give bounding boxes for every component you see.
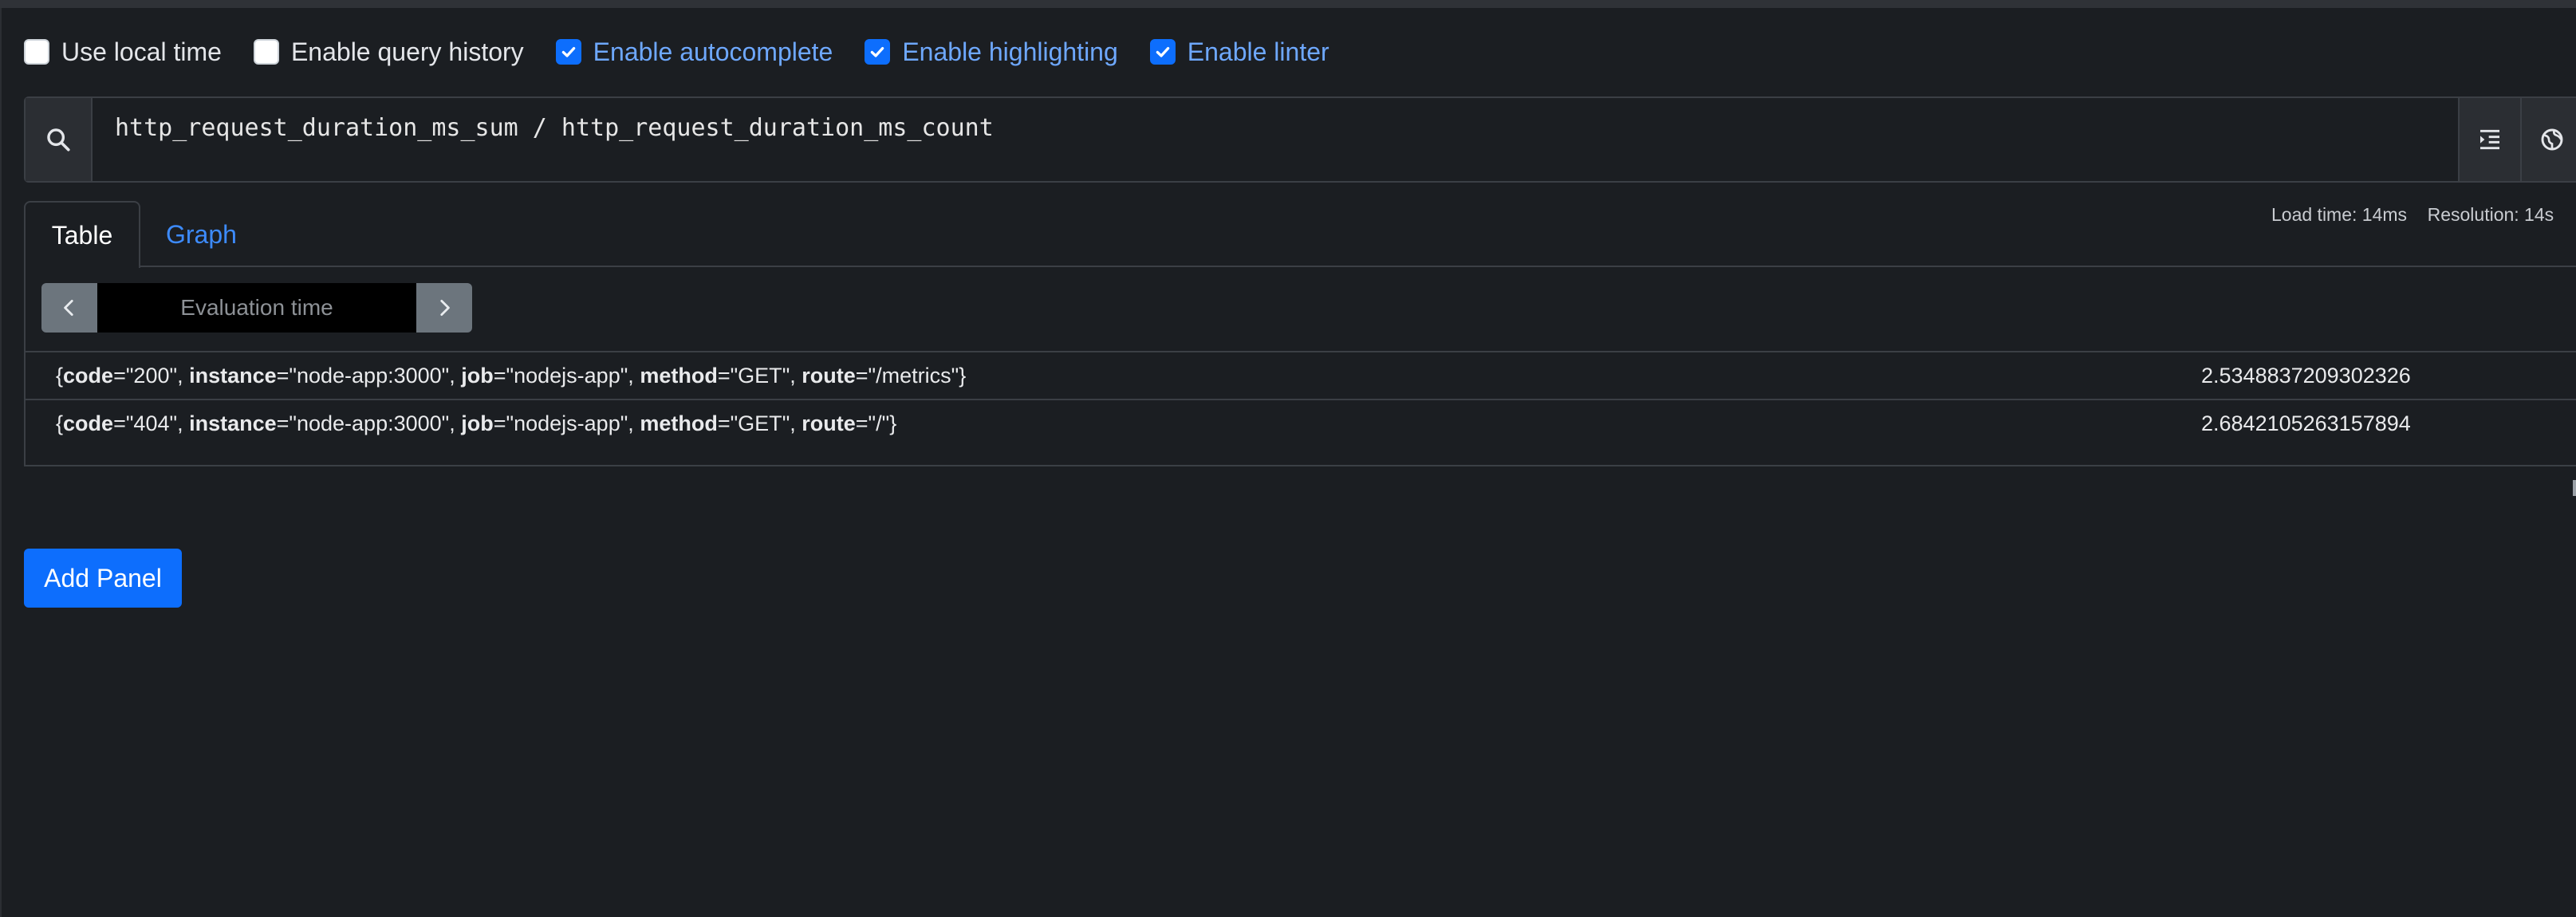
globe-icon bbox=[2541, 128, 2563, 151]
enable-query-history-label: Enable query history bbox=[290, 37, 524, 66]
search-button[interactable] bbox=[26, 98, 93, 181]
chevron-left-icon bbox=[64, 299, 73, 317]
enable-highlighting-option[interactable]: Enable highlighting bbox=[865, 37, 1118, 67]
enable-linter-option[interactable]: Enable linter bbox=[1149, 37, 1329, 67]
next-time-button[interactable] bbox=[416, 283, 472, 333]
metrics-explorer-button[interactable] bbox=[2520, 98, 2576, 181]
series-value: 2.6842105263157894 bbox=[2201, 411, 2411, 435]
query-input[interactable]: http_request_duration_ms_sum / http_requ… bbox=[93, 98, 2458, 181]
indent-icon bbox=[2480, 129, 2499, 150]
search-icon bbox=[47, 128, 70, 152]
table-panel: Evaluation time {code="200", instance="n… bbox=[24, 266, 2576, 466]
left-border bbox=[0, 8, 2, 917]
table-row: {code="200", instance="node-app:3000", j… bbox=[26, 351, 2576, 399]
enable-autocomplete-label: Enable autocomplete bbox=[593, 37, 833, 66]
enable-highlighting-label: Enable highlighting bbox=[902, 37, 1118, 66]
add-panel-button[interactable]: Add Panel bbox=[24, 549, 182, 608]
enable-query-history-checkbox[interactable] bbox=[253, 39, 279, 65]
format-expression-button[interactable] bbox=[2458, 98, 2520, 181]
query-stats: Load time: 14ms Resolution: 14s bbox=[2271, 204, 2554, 226]
checkmark-icon bbox=[561, 46, 575, 57]
options-row: Use local time Enable query history Enab… bbox=[24, 32, 1361, 72]
enable-query-history-option[interactable]: Enable query history bbox=[253, 37, 524, 67]
series-value: 2.5348837209302326 bbox=[2201, 363, 2411, 388]
enable-linter-checkbox[interactable] bbox=[1149, 39, 1176, 65]
resolution: Resolution: 14s bbox=[2427, 204, 2554, 225]
evaluation-time-control: Evaluation time bbox=[41, 283, 472, 333]
use-local-time-label: Use local time bbox=[61, 37, 222, 66]
series-labels: {code="404", instance="node-app:3000", j… bbox=[56, 411, 897, 435]
top-bar bbox=[0, 0, 2576, 8]
enable-linter-label: Enable linter bbox=[1187, 37, 1329, 66]
enable-autocomplete-option[interactable]: Enable autocomplete bbox=[555, 37, 833, 67]
query-bar: http_request_duration_ms_sum / http_requ… bbox=[24, 96, 2576, 183]
tab-table[interactable]: Table bbox=[24, 201, 140, 268]
resize-handle[interactable] bbox=[2573, 480, 2576, 496]
use-local-time-checkbox[interactable] bbox=[24, 39, 49, 65]
load-time: Load time: 14ms bbox=[2271, 204, 2408, 225]
evaluation-time-input[interactable]: Evaluation time bbox=[97, 283, 416, 333]
checkmark-icon bbox=[871, 46, 884, 57]
enable-highlighting-checkbox[interactable] bbox=[865, 39, 891, 65]
series-labels: {code="200", instance="node-app:3000", j… bbox=[56, 363, 967, 388]
previous-time-button[interactable] bbox=[41, 283, 97, 333]
use-local-time-option[interactable]: Use local time bbox=[24, 37, 222, 67]
panel-tabs: Table Graph bbox=[24, 201, 2576, 268]
enable-autocomplete-checkbox[interactable] bbox=[555, 39, 581, 65]
tab-graph[interactable]: Graph bbox=[166, 201, 237, 268]
chevron-right-icon bbox=[440, 299, 450, 317]
checkmark-icon bbox=[1156, 46, 1170, 57]
table-row: {code="404", instance="node-app:3000", j… bbox=[26, 399, 2576, 447]
